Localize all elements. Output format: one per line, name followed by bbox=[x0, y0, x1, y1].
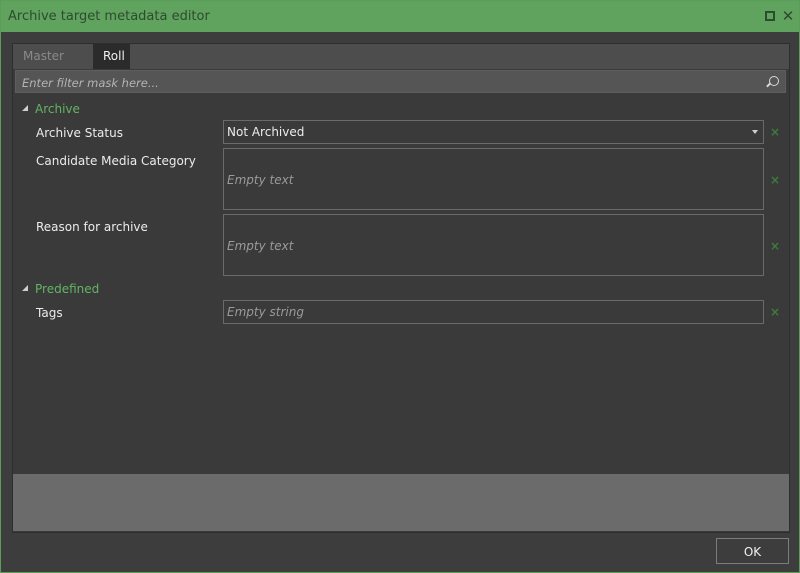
tab-roll[interactable]: Roll bbox=[93, 44, 130, 69]
tags-placeholder: Empty string bbox=[227, 305, 304, 319]
window-title: Archive target metadata editor bbox=[8, 9, 210, 24]
collapse-triangle-icon bbox=[22, 105, 28, 111]
reason-for-archive-field[interactable]: Empty text bbox=[223, 214, 764, 276]
reason-for-archive-placeholder: Empty text bbox=[227, 239, 294, 253]
group-predefined-header[interactable]: Predefined bbox=[22, 281, 99, 297]
candidate-media-category-placeholder: Empty text bbox=[227, 173, 294, 187]
filter-input[interactable] bbox=[20, 73, 754, 92]
tab-master-clip[interactable]: Master clip bbox=[13, 44, 93, 88]
filter-box bbox=[15, 70, 786, 93]
reset-reason-for-archive-icon[interactable]: × bbox=[770, 240, 780, 252]
search-icon[interactable] bbox=[769, 76, 779, 86]
reset-archive-status-icon[interactable]: × bbox=[770, 126, 780, 138]
reset-candidate-media-category-icon[interactable]: × bbox=[770, 174, 780, 186]
candidate-media-category-label: Candidate Media Category bbox=[36, 154, 196, 168]
close-button[interactable]: ✕ bbox=[781, 7, 795, 25]
description-area bbox=[13, 474, 789, 531]
dropdown-arrow-icon bbox=[752, 130, 758, 134]
group-archive-header[interactable]: Archive bbox=[22, 101, 80, 117]
archive-status-label: Archive Status bbox=[36, 126, 123, 140]
archive-status-value: Not Archived bbox=[227, 125, 305, 139]
maximize-button[interactable] bbox=[763, 9, 777, 23]
collapse-triangle-icon bbox=[22, 285, 28, 291]
editor-panel: Master clip Roll Archive Archive Status … bbox=[12, 43, 790, 533]
reason-for-archive-label: Reason for archive bbox=[36, 220, 148, 234]
title-bar: Archive target metadata editor ✕ bbox=[1, 1, 799, 32]
reset-tags-icon[interactable]: × bbox=[770, 306, 780, 318]
ok-button[interactable]: OK bbox=[716, 538, 789, 564]
maximize-icon bbox=[765, 11, 775, 21]
tags-field[interactable]: Empty string bbox=[223, 300, 764, 324]
editor-window: Archive target metadata editor ✕ Master … bbox=[0, 0, 800, 573]
tab-strip: Master clip Roll bbox=[13, 44, 789, 88]
group-predefined-label: Predefined bbox=[35, 282, 100, 296]
tags-label: Tags bbox=[36, 306, 63, 320]
close-icon: ✕ bbox=[781, 7, 795, 25]
group-archive-label: Archive bbox=[35, 102, 80, 116]
archive-status-select[interactable]: Not Archived bbox=[223, 120, 764, 144]
candidate-media-category-field[interactable]: Empty text bbox=[223, 148, 764, 210]
